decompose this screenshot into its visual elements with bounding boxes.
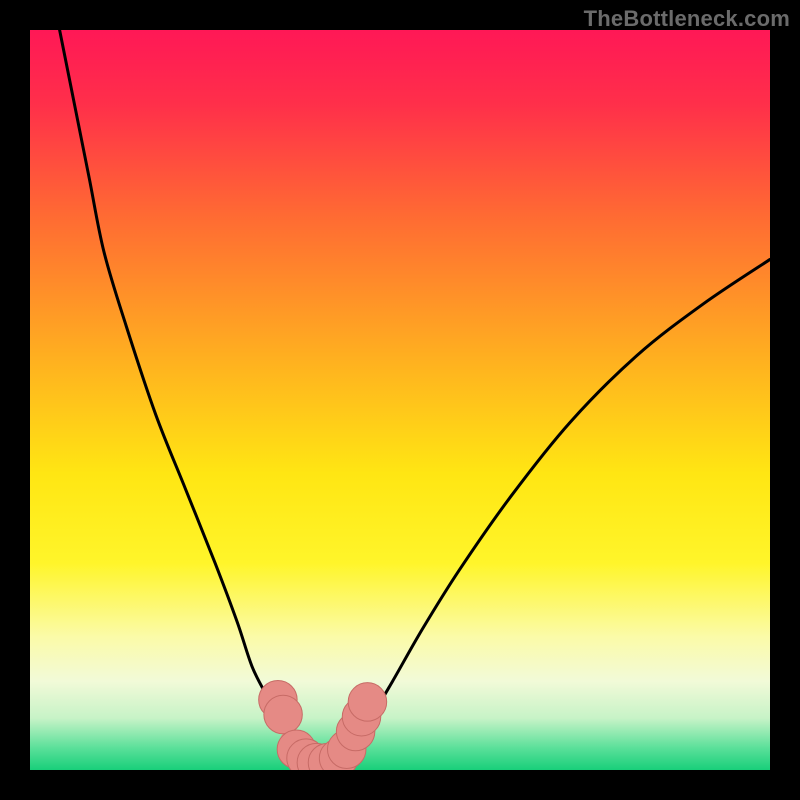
watermark-text: TheBottleneck.com (584, 6, 790, 32)
bottleneck-chart (30, 30, 770, 770)
chart-frame: TheBottleneck.com (0, 0, 800, 800)
marker-point (348, 683, 386, 721)
marker-point (264, 695, 302, 733)
gradient-background (30, 30, 770, 770)
plot-area (30, 30, 770, 770)
